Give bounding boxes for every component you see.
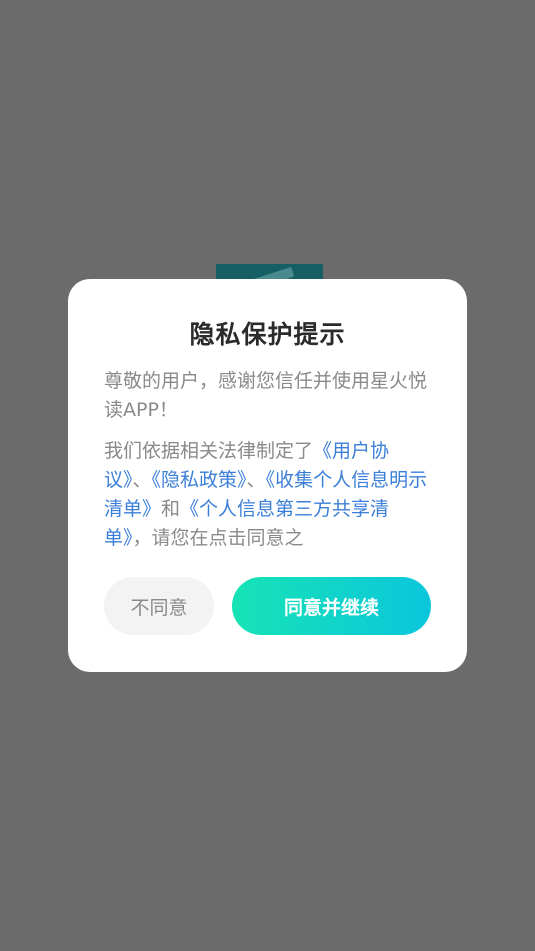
body-text-1: 我们依据相关法律制定了 [104, 440, 314, 462]
privacy-dialog: 隐私保护提示 尊敬的用户，感谢您信任并使用星火悦读APP！ 我们依据相关法律制定… [68, 279, 467, 672]
dialog-content[interactable]: 尊敬的用户，感谢您信任并使用星火悦读APP！ 我们依据相关法律制定了《用户协议》… [104, 367, 431, 559]
body-text-5: ，请您在点击同意之 [132, 527, 304, 549]
body-text-3: 、 [246, 469, 266, 491]
body-text-2: 、 [132, 469, 152, 491]
accept-continue-button[interactable]: 同意并继续 [232, 577, 431, 635]
greeting-text: 尊敬的用户，感谢您信任并使用星火悦读APP！ [104, 370, 428, 421]
privacy-policy-link[interactable]: 《隐私政策》 [152, 469, 247, 491]
decline-button[interactable]: 不同意 [104, 577, 214, 635]
body-text-4: 和 [161, 498, 181, 520]
policy-text: 我们依据相关法律制定了《用户协议》、《隐私政策》、《收集个人信息明示清单》和《个… [104, 437, 431, 553]
dialog-title: 隐私保护提示 [189, 320, 346, 349]
